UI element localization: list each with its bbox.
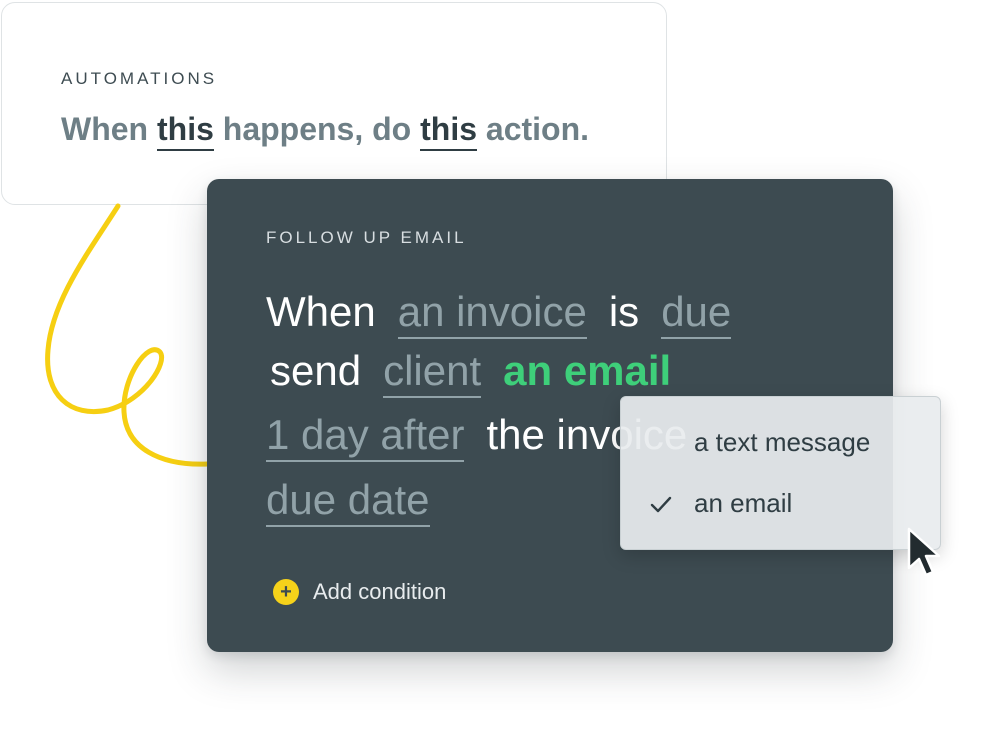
rule-line-2: send client an email	[270, 346, 671, 398]
add-condition-button[interactable]: + Add condition	[273, 579, 446, 605]
sentence-part: action.	[477, 111, 590, 147]
sentence-part: When	[61, 111, 157, 147]
mouse-pointer-icon	[907, 527, 941, 577]
rule-word: When	[266, 288, 376, 335]
trigger-token[interactable]: this	[156, 111, 214, 151]
follow-up-eyebrow: FOLLOW UP EMAIL	[266, 228, 467, 247]
checkmark-icon	[650, 496, 672, 513]
timing-token[interactable]: 1 day after	[266, 411, 465, 462]
automations-card: AUTOMATIONS When this happens, do this a…	[1, 2, 667, 205]
automations-eyebrow: AUTOMATIONS	[61, 69, 218, 88]
channel-dropdown-menu: a text message an email	[620, 396, 941, 550]
automations-sentence: When this happens, do this action.	[61, 111, 590, 151]
option-label: a text message	[694, 427, 871, 457]
email-token-active[interactable]: an email	[503, 347, 671, 394]
client-token[interactable]: client	[383, 347, 482, 398]
add-condition-label: Add condition	[313, 579, 447, 604]
rule-line-1: When an invoice is due	[266, 287, 732, 339]
sentence-part: happens, do	[213, 111, 421, 147]
invoice-token[interactable]: an invoice	[397, 288, 587, 339]
due-token[interactable]: due	[661, 288, 732, 339]
option-label: an email	[694, 488, 793, 518]
rule-line-4: due date	[266, 475, 430, 527]
due-date-token[interactable]: due date	[266, 476, 430, 527]
rule-word: is	[608, 288, 640, 335]
plus-circle-icon: +	[273, 579, 299, 605]
action-token[interactable]: this	[420, 111, 477, 151]
rule-word: send	[270, 347, 362, 394]
automation-illustration: AUTOMATIONS When this happens, do this a…	[0, 0, 1006, 741]
